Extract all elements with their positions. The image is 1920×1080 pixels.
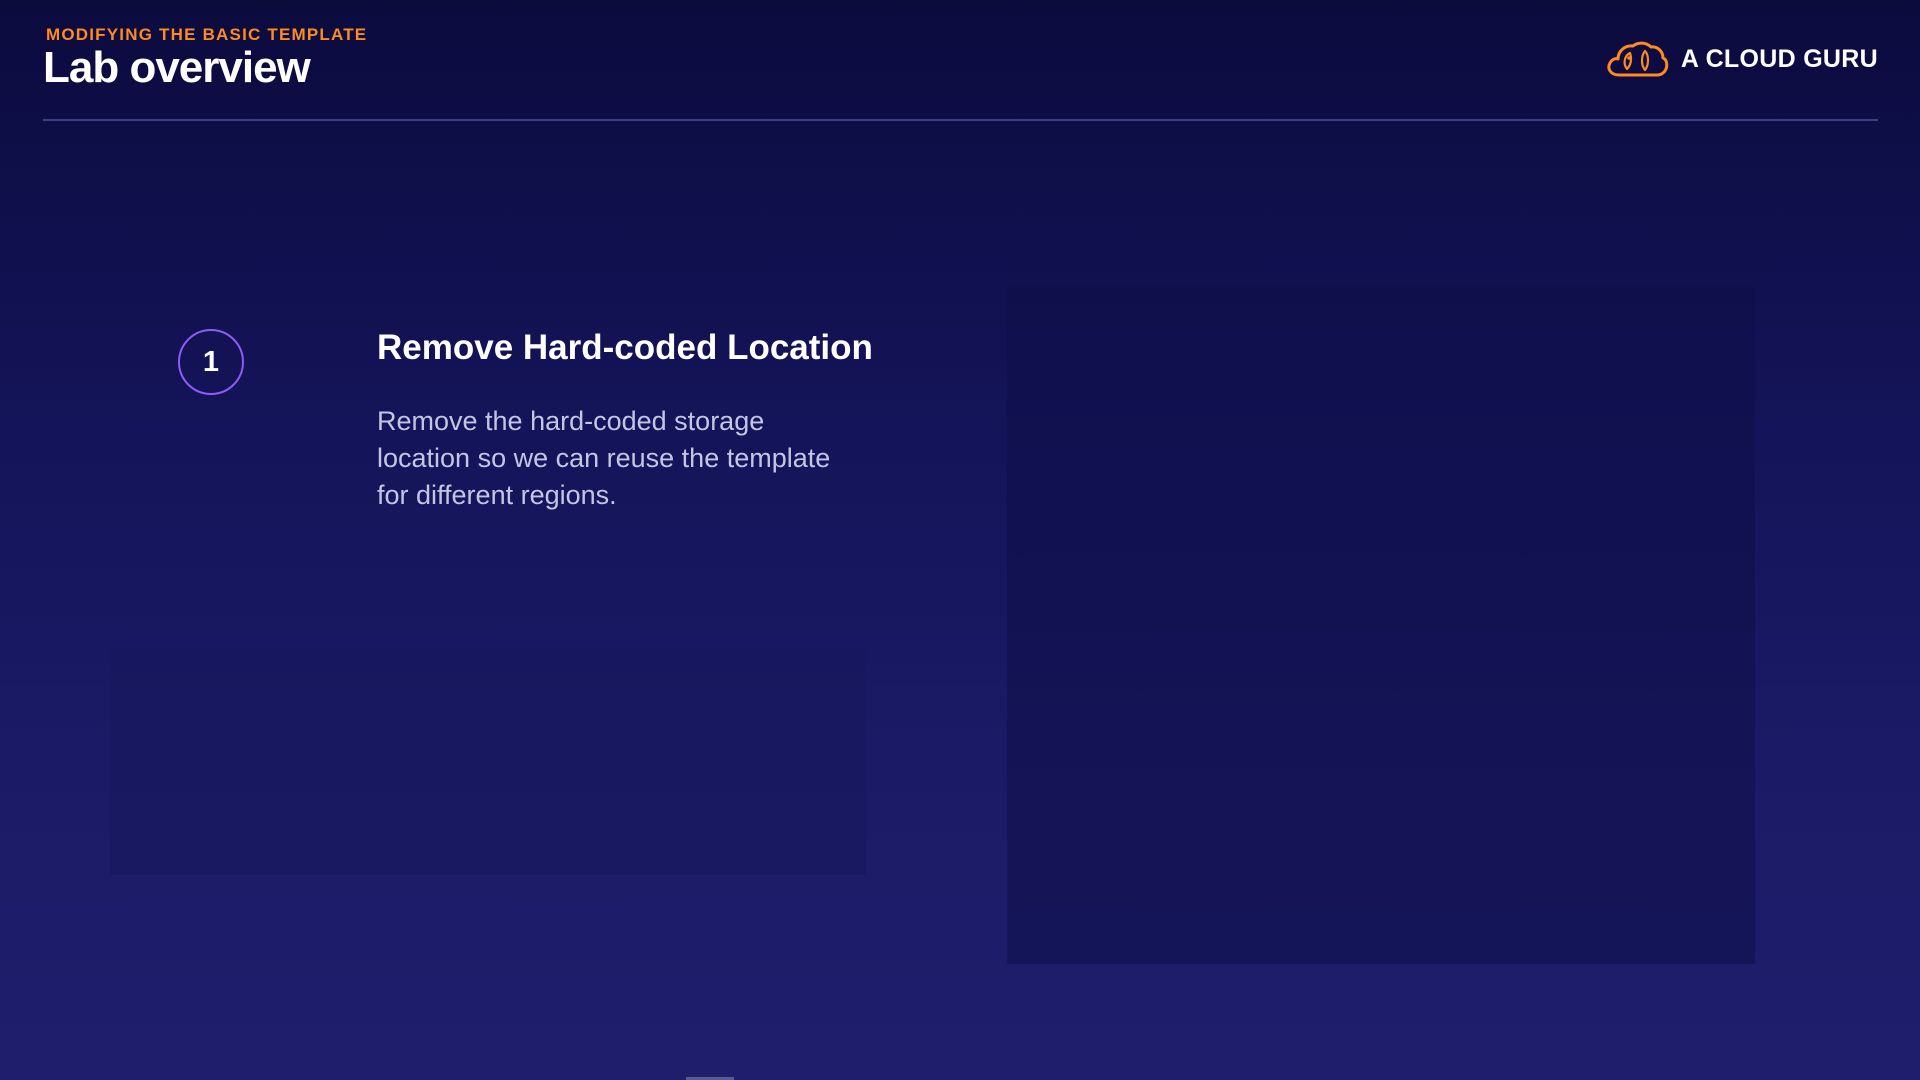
placeholder-panel-right (1007, 287, 1755, 964)
step-number-badge: 1 (178, 329, 244, 395)
brand-name: A CLOUD GURU (1680, 44, 1878, 73)
placeholder-panel-left (110, 648, 866, 875)
section-eyebrow: MODIFYING THE BASIC TEMPLATE (46, 25, 368, 44)
slide-title: Lab overview (43, 43, 311, 92)
cloud-face-icon (1607, 41, 1669, 77)
step-title: Remove Hard-coded Location (377, 328, 873, 367)
header-divider (43, 119, 1878, 121)
brand-logo: A CLOUD GURU (1605, 36, 1878, 82)
step-description: Remove the hard-coded storage location s… (377, 406, 831, 510)
